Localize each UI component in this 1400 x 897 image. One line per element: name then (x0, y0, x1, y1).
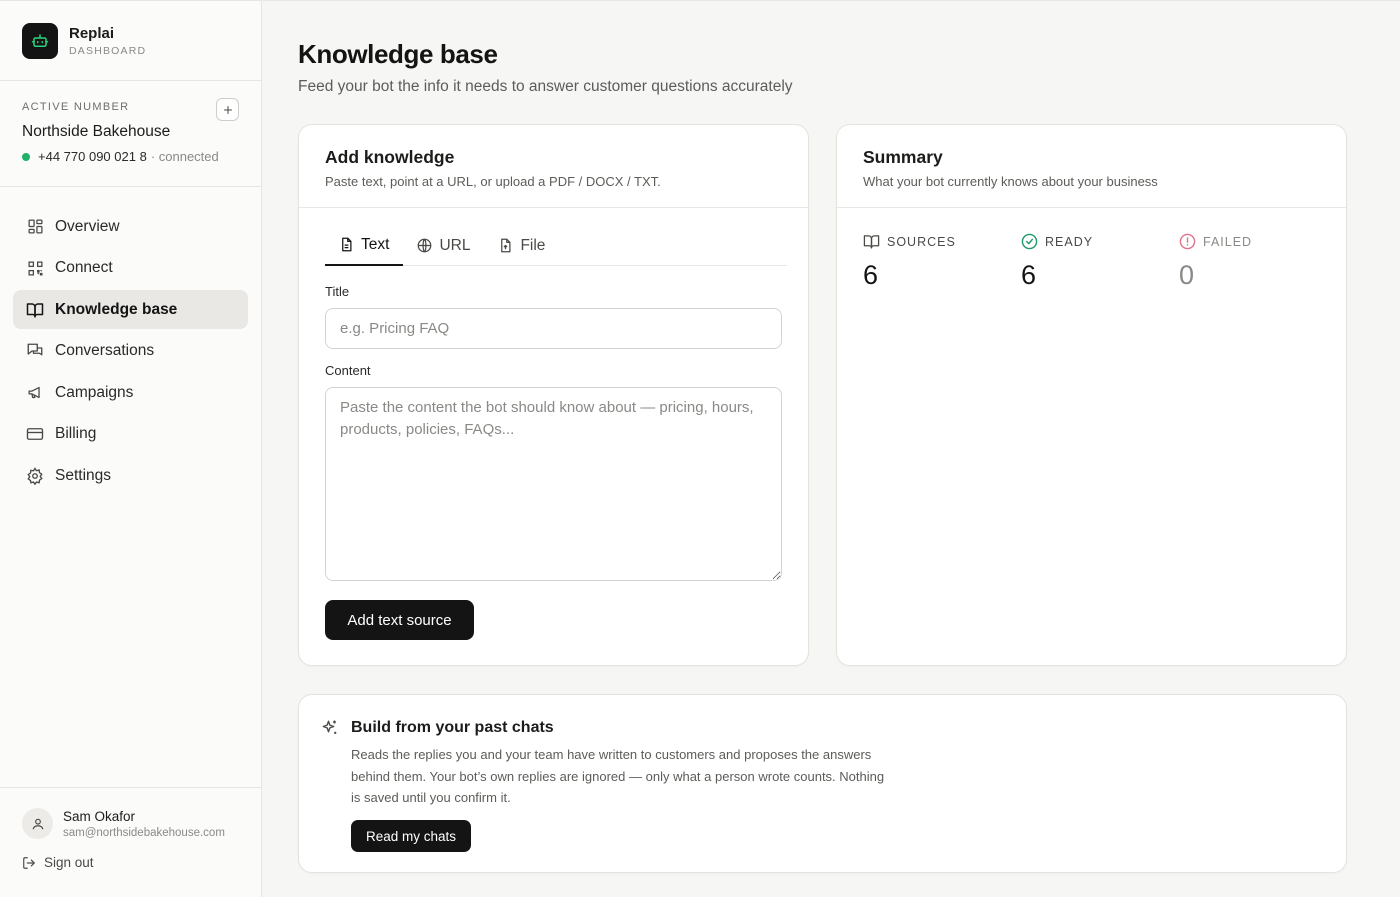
sign-out-button[interactable]: Sign out (22, 855, 239, 870)
sidebar-item-knowledge-base[interactable]: Knowledge base (13, 290, 248, 330)
sidebar-nav: Overview Connect Knowledge base Conversa… (0, 187, 261, 518)
sign-out-label: Sign out (44, 855, 94, 870)
build-title: Build from your past chats (351, 719, 554, 736)
business-name: Northside Bakehouse (22, 123, 171, 140)
stat-label: FAILED (1203, 234, 1253, 249)
sidebar: Replai DASHBOARD ACTIVE NUMBER Northside… (0, 0, 262, 897)
chat-icon (26, 342, 44, 360)
user-profile[interactable]: Sam Okafor sam@northsidebakehouse.com (22, 808, 239, 839)
title-field-label: Title (325, 284, 350, 299)
book-icon (26, 301, 44, 319)
stat-ready: READY 6 (1021, 233, 1179, 291)
content-field-label: Content (325, 363, 371, 378)
stat-value: 6 (1021, 260, 1037, 290)
connected-status-dot (22, 152, 30, 161)
active-number-label: ACTIVE NUMBER (22, 101, 130, 113)
sidebar-item-settings[interactable]: Settings (13, 457, 248, 496)
build-from-chats-card: Build from your past chats Reads the rep… (298, 694, 1347, 873)
sidebar-item-label: Settings (55, 467, 112, 485)
sidebar-item-billing[interactable]: Billing (13, 415, 248, 454)
add-knowledge-card: Add knowledge Paste text, point at a URL… (298, 124, 809, 666)
sidebar-item-label: Overview (55, 217, 120, 235)
stat-failed: FAILED 0 (1179, 233, 1337, 291)
read-my-chats-button[interactable]: Read my chats (351, 820, 471, 852)
user-email: sam@northsidebakehouse.com (63, 826, 225, 839)
title-input[interactable] (325, 308, 782, 349)
card-title: Add knowledge (325, 147, 455, 167)
stat-value: 0 (1179, 260, 1195, 290)
document-icon (339, 237, 354, 252)
sidebar-item-conversations[interactable]: Conversations (13, 332, 248, 371)
sidebar-item-label: Billing (55, 425, 97, 443)
build-description: Reads the replies you and your team have… (351, 747, 885, 805)
card-title: Summary (863, 147, 943, 167)
main-content: Knowledge base Feed your bot the info it… (263, 0, 1400, 897)
sign-out-icon (23, 856, 35, 869)
megaphone-icon (26, 384, 44, 402)
tab-label: File (520, 236, 546, 254)
source-type-tabs: Text URL File (325, 225, 787, 266)
qr-code-icon (26, 259, 44, 277)
user-name: Sam Okafor (63, 808, 136, 824)
sidebar-item-campaigns[interactable]: Campaigns (13, 373, 248, 412)
sidebar-item-label: Connect (55, 259, 113, 277)
tab-label: URL (439, 236, 471, 254)
stat-label: READY (1045, 234, 1094, 249)
page-subtitle: Feed your bot the info it needs to answe… (298, 78, 793, 95)
connection-status: · connected (150, 149, 219, 164)
bot-logo-icon (22, 22, 58, 59)
file-upload-icon (498, 238, 513, 253)
summary-card: Summary What your bot currently knows ab… (836, 124, 1347, 666)
app-name: Replai (69, 24, 115, 42)
stat-label: SOURCES (887, 234, 956, 249)
add-text-source-button[interactable]: Add text source (325, 600, 474, 640)
summary-stats: SOURCES 6 READY 6 FAILED 0 (863, 233, 1337, 291)
credit-card-icon (26, 425, 44, 443)
stat-value: 6 (863, 260, 879, 290)
alert-circle-icon (1179, 233, 1196, 250)
card-description: Paste text, point at a URL, or upload a … (325, 174, 661, 189)
add-knowledge-header: Add knowledge Paste text, point at a URL… (299, 125, 808, 208)
stat-sources: SOURCES 6 (863, 233, 1021, 291)
tab-text[interactable]: Text (325, 225, 404, 266)
sparkle-icon (321, 719, 339, 737)
avatar (22, 808, 53, 839)
tab-url[interactable]: URL (403, 225, 484, 266)
check-circle-icon (1021, 233, 1038, 250)
content-textarea[interactable] (325, 387, 782, 581)
sidebar-item-connect[interactable]: Connect (13, 249, 248, 288)
grid-icon (26, 218, 44, 236)
user-icon (32, 818, 43, 829)
tab-label: Text (361, 235, 390, 253)
brand[interactable]: Replai DASHBOARD (0, 1, 261, 81)
tab-file[interactable]: File (484, 225, 559, 266)
add-number-button[interactable] (216, 98, 239, 121)
summary-header: Summary What your bot currently knows ab… (837, 125, 1346, 208)
active-number-block: ACTIVE NUMBER Northside Bakehouse +44 77… (0, 81, 261, 187)
app-subtitle: DASHBOARD (69, 44, 147, 57)
book-icon (863, 235, 880, 249)
phone-number: +44 770 090 021 8 (38, 149, 147, 164)
globe-icon (417, 238, 432, 253)
user-block: Sam Okafor sam@northsidebakehouse.com Si… (0, 787, 261, 897)
sidebar-item-label: Knowledge base (55, 300, 178, 318)
gear-icon (26, 467, 44, 486)
plus-icon (223, 105, 232, 114)
card-description: What your bot currently knows about your… (863, 174, 1158, 189)
page-title: Knowledge base (298, 39, 498, 69)
sidebar-item-label: Conversations (55, 342, 155, 360)
sidebar-item-overview[interactable]: Overview (13, 207, 248, 246)
sidebar-item-label: Campaigns (55, 383, 134, 401)
phone-row: +44 770 090 021 8 · connected (22, 149, 239, 164)
